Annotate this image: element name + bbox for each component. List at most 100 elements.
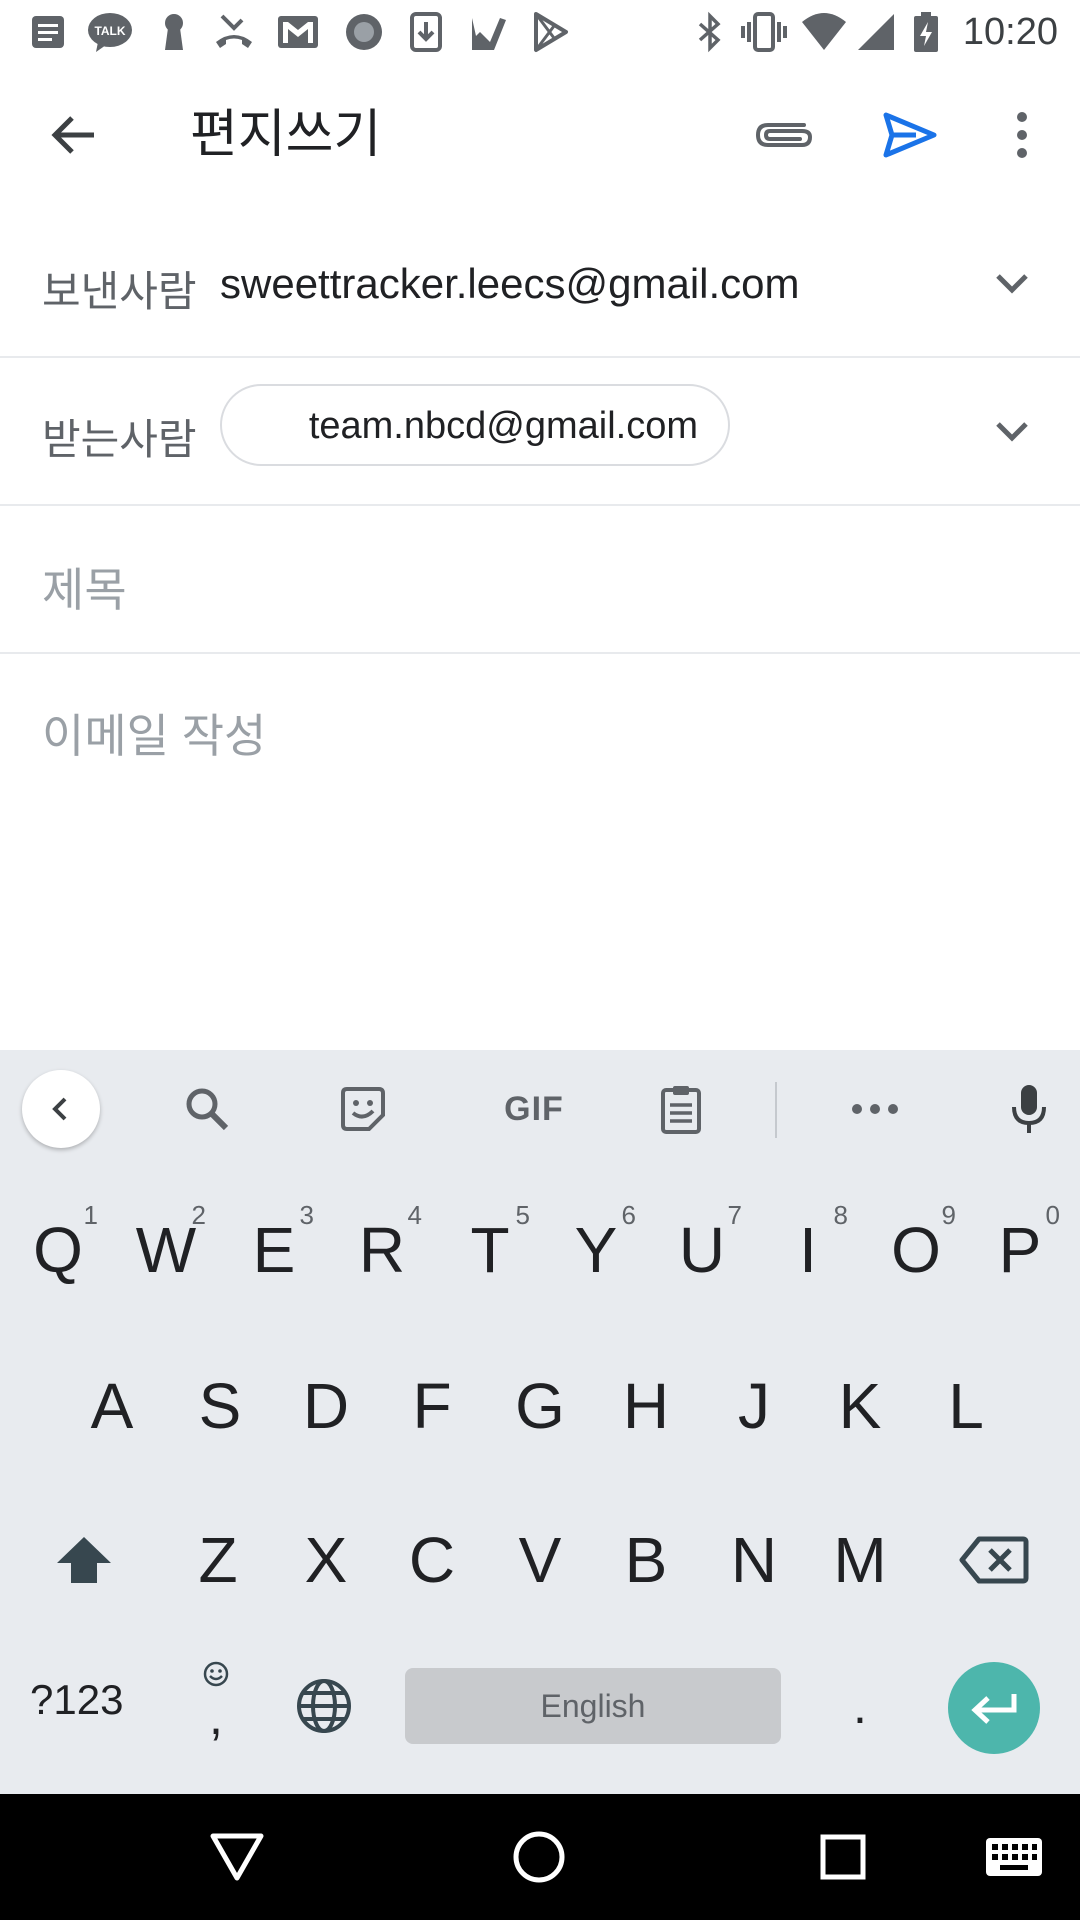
keyboard-search-button[interactable] [172,1074,242,1144]
key-g[interactable]: G [486,1336,594,1476]
sticker-icon [341,1087,385,1131]
chevron-down-icon[interactable] [984,256,1040,312]
key-a[interactable]: A [58,1336,166,1476]
key-f[interactable]: F [378,1336,486,1476]
to-row[interactable]: 받는사람 team.nbcd@gmail.com [0,358,1080,506]
recipient-chip-text: team.nbcd@gmail.com [308,405,698,447]
key-e[interactable]: E3 [220,1180,328,1320]
notes-icon [26,10,70,54]
keyboard-toolbar: GIF [0,1050,1080,1168]
key-y[interactable]: Y6 [542,1180,650,1320]
back-button[interactable] [26,87,122,183]
clock: 10:20 [962,11,1058,53]
key-h[interactable]: H [592,1336,700,1476]
comma-key[interactable]: , [164,1644,268,1768]
to-label: 받는사람 [42,416,197,463]
keyboard-clipboard-button[interactable] [646,1074,716,1144]
key-v[interactable]: V [486,1490,594,1630]
subject-placeholder: 제목 [42,564,127,616]
svg-text:TALK: TALK [94,24,125,38]
paperclip-icon [755,123,813,147]
app-bar: 편지쓰기 [0,63,1080,210]
more-vert-icon [1017,112,1027,158]
key-c[interactable]: C [378,1490,486,1630]
key-p[interactable]: P0 [966,1180,1074,1320]
battery-charging-icon [904,10,948,54]
triangle-back-icon [210,1833,264,1881]
enter-key[interactable] [948,1662,1040,1754]
toolbar-divider [775,1082,777,1138]
bluetooth-icon [688,10,732,54]
from-value: sweettracker.leecs@gmail.com [220,260,800,307]
key-x[interactable]: X [272,1490,380,1630]
keyboard-collapse-button[interactable] [22,1070,100,1148]
signal-icon [854,10,898,54]
key-b[interactable]: B [592,1490,700,1630]
attach-button[interactable] [736,87,832,183]
key-k[interactable]: K [806,1336,914,1476]
send-button[interactable] [862,87,958,183]
gif-label: GIF [504,1089,564,1128]
nav-recents-button[interactable] [806,1820,880,1894]
keyboard-switch-button[interactable] [964,1820,1064,1894]
vibrate-icon [740,10,787,54]
arrow-back-icon [51,116,94,154]
key-j[interactable]: J [700,1336,808,1476]
keyboard: GIF Q1 W2 E3 R4 T5 Y6 U7 I8 O9 P0 A S D … [0,1050,1080,1794]
microphone-icon [1012,1085,1046,1133]
shift-icon [57,1537,111,1583]
key-d[interactable]: D [272,1336,380,1476]
send-icon [883,112,937,158]
chevron-down-icon[interactable] [984,404,1040,460]
keyboard-voice-button[interactable] [994,1074,1064,1144]
period-key[interactable]: . [808,1644,912,1768]
key-w[interactable]: W2 [112,1180,220,1320]
nav-back-button[interactable] [200,1820,274,1894]
play-store-icon [528,10,572,54]
more-options-button[interactable] [974,87,1070,183]
page-title: 편지쓰기 [190,106,382,164]
backspace-key[interactable] [940,1490,1048,1630]
globe-icon [297,1679,351,1733]
symbols-key[interactable]: ?123 [30,1676,123,1724]
missed-call-icon [212,10,256,54]
chevron-left-icon [52,1097,67,1121]
enter-icon [971,1694,1017,1724]
keyboard-more-button[interactable] [840,1074,910,1144]
emoji-icon [203,1661,229,1687]
key-o[interactable]: O9 [862,1180,970,1320]
keyhole-icon [152,10,196,54]
search-icon [186,1088,229,1131]
key-r[interactable]: R4 [328,1180,436,1320]
keyboard-icon [986,1838,1042,1876]
key-m[interactable]: M [806,1490,914,1630]
keyboard-sticker-button[interactable] [328,1074,398,1144]
key-u[interactable]: U7 [648,1180,756,1320]
keyboard-gif-button[interactable]: GIF [484,1074,584,1144]
navigation-bar [0,1794,1080,1920]
kakaotalk-icon: TALK [86,10,132,54]
body-placeholder: 이메일 작성 [42,710,267,762]
key-l[interactable]: L [912,1336,1020,1476]
status-bar: TALK 10:20 [0,0,1080,63]
more-horiz-icon [852,1104,898,1114]
from-row[interactable]: 보낸사람 sweettracker.leecs@gmail.com [0,210,1080,358]
subject-field[interactable]: 제목 [0,506,1080,654]
check-icon [466,10,510,54]
shift-key[interactable] [30,1490,138,1630]
space-key[interactable]: English [405,1668,781,1744]
key-t[interactable]: T5 [436,1180,544,1320]
wifi-icon [800,10,846,54]
language-key[interactable] [272,1644,376,1768]
backspace-icon [959,1536,1029,1584]
square-recents-icon [820,1834,866,1880]
recipient-chip[interactable]: team.nbcd@gmail.com [220,384,730,466]
key-s[interactable]: S [166,1336,274,1476]
key-q[interactable]: Q1 [4,1180,112,1320]
comma-label: , [209,1689,223,1745]
key-n[interactable]: N [700,1490,808,1630]
key-i[interactable]: I8 [754,1180,862,1320]
key-z[interactable]: Z [164,1490,272,1630]
nav-home-button[interactable] [502,1820,576,1894]
download-icon [404,10,448,54]
